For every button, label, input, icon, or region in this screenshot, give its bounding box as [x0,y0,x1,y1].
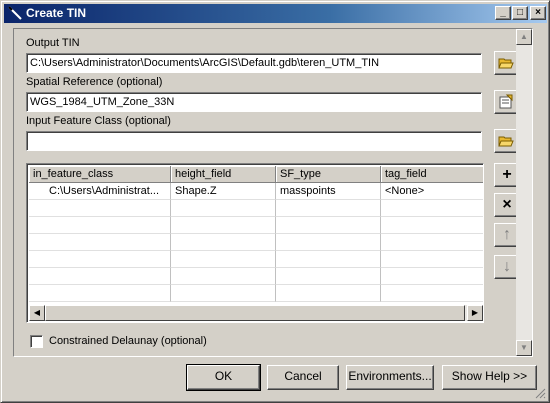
ok-button[interactable]: OK [186,364,261,391]
input-feature-class-label: Input Feature Class (optional) [26,115,171,127]
spatial-reference-label: Spatial Reference (optional) [26,76,163,88]
table-row[interactable] [29,200,483,217]
input-feature-class-field[interactable] [26,131,482,151]
show-help-button[interactable]: Show Help >> [442,365,537,390]
constrained-delaunay-checkbox[interactable] [30,335,43,348]
scroll-left-icon[interactable]: ◀ [29,305,45,321]
output-tin-field[interactable]: C:\Users\Administrator\Documents\ArcGIS\… [26,53,482,73]
table-row[interactable] [29,251,483,268]
window-title: Create TIN [26,6,87,20]
scroll-right-icon[interactable]: ▶ [467,305,483,321]
tin-wand-icon [7,5,23,21]
spatial-reference-button[interactable] [494,90,518,114]
column-header[interactable]: tag_field [381,166,483,183]
spatial-reference-field[interactable]: WGS_1984_UTM_Zone_33N [26,92,482,112]
table-header: in_feature_class height_field SF_type ta… [29,166,483,183]
table-row[interactable] [29,217,483,234]
scroll-up-icon[interactable]: ▲ [516,29,532,45]
horizontal-scrollbar[interactable]: ◀ ▶ [29,305,483,321]
output-tin-label: Output TIN [26,37,80,49]
cancel-button[interactable]: Cancel [267,365,339,390]
table-cell[interactable]: masspoints [276,183,381,200]
scroll-thumb[interactable] [45,305,465,321]
resize-grip-icon[interactable] [534,387,546,399]
table-cell[interactable]: C:\Users\Administrat... [29,183,171,200]
title-bar[interactable]: Create TIN _ □ × [4,4,547,23]
table-body: C:\Users\Administrat... Shape.Z masspoin… [29,183,483,302]
vertical-scrollbar[interactable]: ▲ ▼ [516,29,532,356]
table-cell[interactable]: <None> [381,183,483,200]
table-row[interactable] [29,285,483,302]
create-tin-dialog: Create TIN _ □ × Output TIN C:\Users\Adm… [0,0,550,403]
minimize-button[interactable]: _ [495,6,511,20]
browse-input-button[interactable] [494,129,518,153]
browse-output-button[interactable] [494,51,518,75]
table-row[interactable]: C:\Users\Administrat... Shape.Z masspoin… [29,183,483,200]
table-row[interactable] [29,268,483,285]
column-header[interactable]: in_feature_class [29,166,171,183]
parameters-panel: Output TIN C:\Users\Administrator\Docume… [13,28,533,357]
column-header[interactable]: SF_type [276,166,381,183]
table-row[interactable] [29,234,483,251]
table-cell[interactable]: Shape.Z [171,183,276,200]
scroll-down-icon[interactable]: ▼ [516,340,532,356]
feature-class-table[interactable]: in_feature_class height_field SF_type ta… [26,163,484,323]
constrained-delaunay-label: Constrained Delaunay (optional) [49,335,207,347]
environments-button[interactable]: Environments... [346,365,434,390]
close-button[interactable]: × [530,6,546,20]
column-header[interactable]: height_field [171,166,276,183]
maximize-button[interactable]: □ [512,6,528,20]
